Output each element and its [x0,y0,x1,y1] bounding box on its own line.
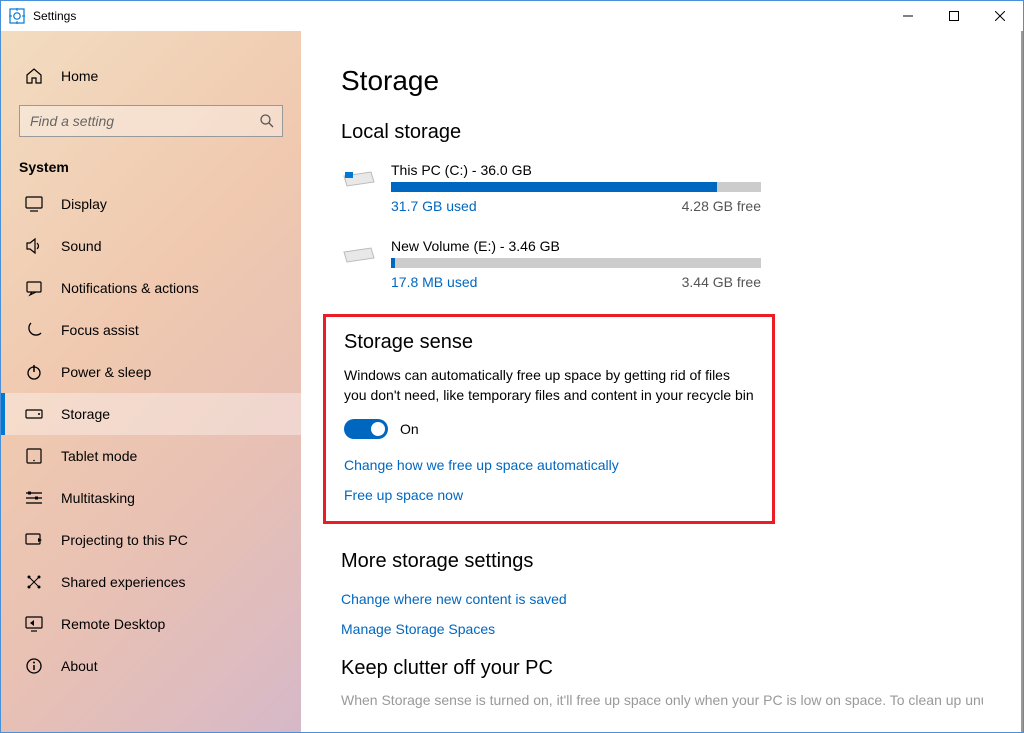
storage-sense-toggle[interactable] [344,419,388,439]
drive-c-progress [391,182,761,192]
search-wrap [19,105,283,137]
drive-e-progress [391,258,761,268]
sidebar-item-tablet[interactable]: Tablet mode [1,435,301,477]
link-change-save-location[interactable]: Change where new content is saved [341,591,567,607]
sidebar-item-power[interactable]: Power & sleep [1,351,301,393]
search-icon [259,113,275,129]
sidebar-item-label: Projecting to this PC [61,532,188,548]
remote-icon [25,615,43,633]
sidebar-item-projecting[interactable]: Projecting to this PC [1,519,301,561]
sidebar-item-label: Display [61,196,107,212]
drive-c-used[interactable]: 31.7 GB used [391,198,477,214]
drive-e-free: 3.44 GB free [682,274,761,290]
multitask-icon [25,489,43,507]
link-free-up-now[interactable]: Free up space now [344,487,463,503]
power-icon [25,363,43,381]
drive-c-icon [341,166,377,194]
sidebar-item-label: Sound [61,238,101,254]
sidebar-item-about[interactable]: About [1,645,301,687]
drive-e-used[interactable]: 17.8 MB used [391,274,477,290]
shared-icon [25,573,43,591]
sidebar-item-label: Focus assist [61,322,139,338]
sidebar: Home System Display Sound Notifications … [1,31,301,732]
storage-sense-desc: Windows can automatically free up space … [344,366,754,405]
sidebar-item-storage[interactable]: Storage [1,393,301,435]
home-icon [25,67,43,85]
home-label: Home [61,68,98,84]
keep-clutter-desc: When Storage sense is turned on, it'll f… [341,692,983,708]
app-icon [9,8,25,24]
minimize-button[interactable] [885,1,931,31]
about-icon [25,657,43,675]
link-change-freeup[interactable]: Change how we free up space automaticall… [344,457,619,473]
storage-sense-toggle-label: On [400,421,419,437]
sidebar-item-label: Power & sleep [61,364,151,380]
drive-c[interactable]: This PC (C:) - 36.0 GB 31.7 GB used 4.28… [341,162,761,214]
drive-c-name: This PC (C:) - 36.0 GB [391,162,761,178]
sidebar-item-multitasking[interactable]: Multitasking [1,477,301,519]
storage-sense-highlight: Storage sense Windows can automatically … [323,314,775,524]
sidebar-item-label: About [61,658,98,674]
focus-icon [25,321,43,339]
tablet-icon [25,447,43,465]
sidebar-item-label: Remote Desktop [61,616,165,632]
drive-e[interactable]: New Volume (E:) - 3.46 GB 17.8 MB used 3… [341,238,761,290]
link-manage-storage-spaces[interactable]: Manage Storage Spaces [341,621,495,637]
sidebar-item-label: Tablet mode [61,448,137,464]
display-icon [25,195,43,213]
sidebar-item-focus[interactable]: Focus assist [1,309,301,351]
sidebar-item-display[interactable]: Display [1,183,301,225]
sidebar-item-remote[interactable]: Remote Desktop [1,603,301,645]
maximize-button[interactable] [931,1,977,31]
drive-e-name: New Volume (E:) - 3.46 GB [391,238,761,254]
search-input[interactable] [19,105,283,137]
storage-icon [25,405,43,423]
sidebar-item-sound[interactable]: Sound [1,225,301,267]
page-title: Storage [341,65,983,97]
storage-sense-heading: Storage sense [344,331,754,354]
scrollbar[interactable] [1021,31,1023,732]
content-pane: Storage Local storage This PC (C:) - 36.… [301,31,1023,732]
local-storage-heading: Local storage [341,121,983,144]
titlebar: Settings [1,1,1023,31]
drive-c-free: 4.28 GB free [682,198,761,214]
sound-icon [25,237,43,255]
keep-clutter-heading: Keep clutter off your PC [341,657,983,680]
close-button[interactable] [977,1,1023,31]
drive-e-icon [341,242,377,270]
sidebar-section-system: System [1,151,301,183]
window-title: Settings [33,9,76,23]
projecting-icon [25,531,43,549]
sidebar-item-label: Storage [61,406,110,422]
sidebar-item-shared[interactable]: Shared experiences [1,561,301,603]
sidebar-item-label: Multitasking [61,490,135,506]
sidebar-item-notifications[interactable]: Notifications & actions [1,267,301,309]
sidebar-item-label: Notifications & actions [61,280,199,296]
more-settings-heading: More storage settings [341,550,983,573]
sidebar-item-label: Shared experiences [61,574,186,590]
home-nav[interactable]: Home [1,55,301,97]
notifications-icon [25,279,43,297]
